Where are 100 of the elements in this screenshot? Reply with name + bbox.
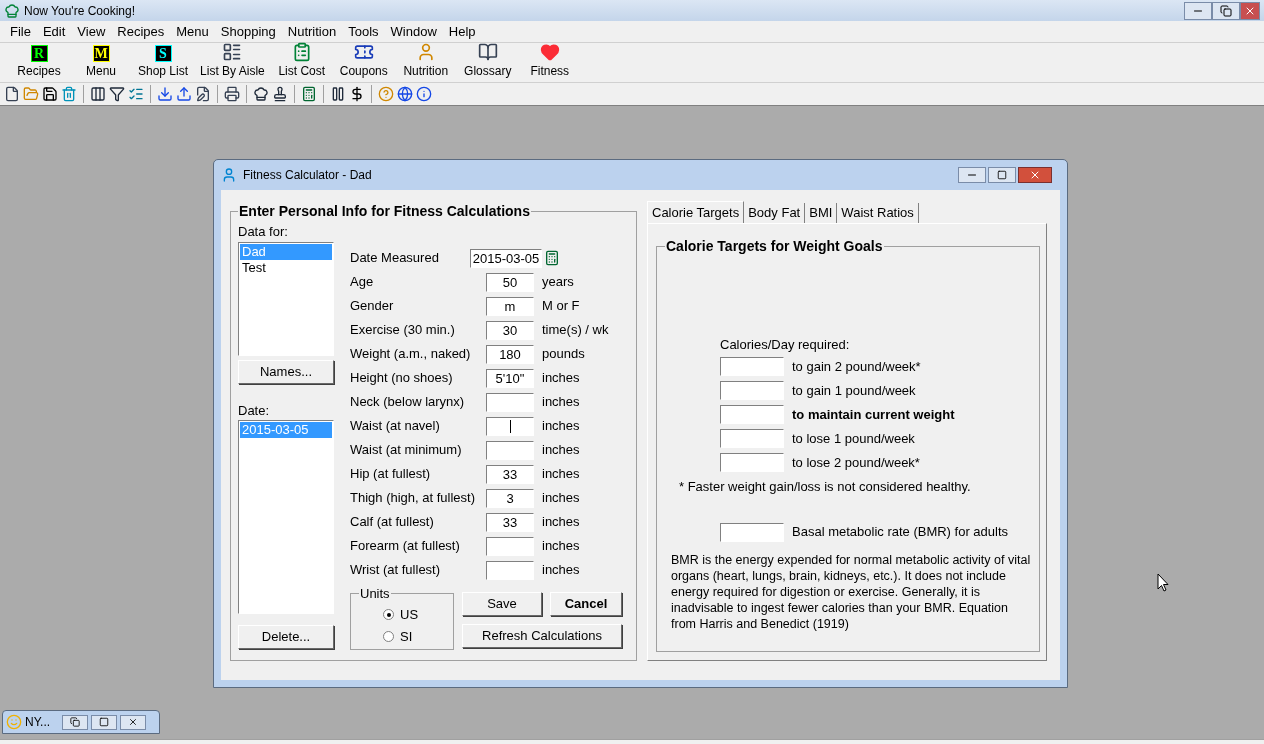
help-icon[interactable]: [378, 86, 394, 102]
toolbar-button[interactable]: Fitness: [518, 42, 581, 82]
radio-option[interactable]: US: [383, 603, 445, 626]
menu-item[interactable]: Window: [384, 21, 443, 42]
menu-item[interactable]: View: [71, 21, 112, 42]
stamp-icon[interactable]: [272, 86, 288, 102]
toolbar-button[interactable]: Coupons: [332, 42, 395, 82]
menu-item[interactable]: Menu: [170, 21, 215, 42]
field-label: Height (no shoes): [350, 369, 454, 388]
restore-button[interactable]: [62, 714, 88, 730]
field-label: Calf (at fullest): [350, 513, 435, 532]
input-field[interactable]: [720, 381, 784, 400]
date-field[interactable]: 2015-03-05: [470, 248, 542, 268]
input-field[interactable]: [486, 536, 534, 556]
restore-icon: [1220, 4, 1232, 17]
field-label: Date Measured: [350, 249, 440, 268]
toolbar-button[interactable]: R Recipes: [8, 45, 70, 82]
refresh-button[interactable]: Refresh Calculations: [462, 624, 622, 648]
field-label: Thigh (high, at fullest): [350, 489, 476, 508]
field-label: Forearm (at fullest): [350, 537, 461, 556]
minimize-button[interactable]: [958, 167, 986, 183]
minimize-button[interactable]: [1184, 1, 1212, 20]
input-field[interactable]: [486, 560, 534, 580]
toolbar-button[interactable]: Nutrition: [394, 42, 457, 82]
toolbar-button[interactable]: M Menu: [70, 45, 132, 82]
field-label: Gender: [350, 297, 395, 316]
target-label: to gain 1 pound/week: [792, 381, 916, 400]
menu-item[interactable]: Tools: [342, 21, 385, 42]
delete-button[interactable]: Delete...: [238, 625, 334, 649]
columns-icon[interactable]: [90, 86, 106, 102]
radio-icon[interactable]: [383, 609, 394, 620]
target-label: to maintain current weight: [792, 405, 955, 424]
new-file-icon[interactable]: [4, 86, 20, 102]
toolbar-button[interactable]: List By Aisle: [194, 42, 271, 82]
person-icon: [221, 167, 237, 183]
input-field[interactable]: [720, 453, 784, 472]
close-button[interactable]: [1018, 167, 1052, 183]
heart-icon: [539, 42, 560, 62]
close-button[interactable]: [1240, 1, 1260, 20]
menu-item[interactable]: File: [4, 21, 37, 42]
list-item[interactable]: Test: [240, 259, 332, 276]
radio-option[interactable]: SI: [383, 625, 445, 648]
app-icon: [4, 2, 20, 19]
minimized-window[interactable]: NY...: [2, 710, 160, 734]
input-field[interactable]: [720, 405, 784, 424]
toolbar-button[interactable]: Glossary: [456, 42, 519, 82]
tab[interactable]: Calorie Targets: [647, 201, 745, 223]
radio-icon[interactable]: [383, 631, 394, 642]
input-field[interactable]: m: [486, 296, 534, 316]
input-field[interactable]: 50: [486, 272, 534, 292]
menu-item[interactable]: Recipes: [111, 21, 171, 42]
input-field[interactable]: 5'10": [486, 368, 534, 388]
menu-item[interactable]: Nutrition: [281, 21, 343, 42]
input-field[interactable]: [720, 429, 784, 448]
input-field[interactable]: 33: [486, 464, 534, 484]
menu-item[interactable]: Shopping: [214, 21, 282, 42]
calculator-icon[interactable]: [301, 86, 317, 102]
globe-icon[interactable]: [397, 86, 413, 102]
import-icon[interactable]: [157, 86, 173, 102]
cancel-button[interactable]: Cancel: [550, 592, 622, 616]
input-field[interactable]: [486, 416, 534, 436]
input-field[interactable]: [486, 440, 534, 460]
toolbar-button[interactable]: S Shop List: [132, 45, 195, 82]
menu-item[interactable]: Help: [442, 21, 482, 42]
restore-icon: [70, 717, 80, 727]
bmr-note: BMR is the energy expended for normal metabolic activity of vital organs (heart, lungs, brain, kidneys, etc.). It does not include energy required for digestion or exercise. Generally, it is inadvisable to ingest fewer calories than your BMR. Equation from Harris and Benedict (1919): [671, 552, 1031, 632]
info-icon[interactable]: [416, 86, 432, 102]
maximize-icon: [997, 170, 1007, 180]
unit-label: pounds: [542, 345, 585, 364]
letter-icon: R: [30, 45, 48, 62]
restore-button[interactable]: [1212, 1, 1240, 20]
bmr-label: Basal metabolic rate (BMR) for adults: [792, 523, 1009, 542]
chef-hat-icon[interactable]: [253, 86, 269, 102]
input-field[interactable]: 3: [486, 488, 534, 508]
bars-icon[interactable]: [330, 86, 346, 102]
input-field[interactable]: 33: [486, 512, 534, 532]
target-label: to gain 2 pound/week*: [792, 357, 921, 376]
input-field[interactable]: 180: [486, 344, 534, 364]
input-field[interactable]: [720, 522, 784, 542]
input-field[interactable]: [486, 392, 534, 412]
maximize-button[interactable]: [91, 714, 117, 730]
book-icon: [477, 42, 498, 62]
edit-document-icon[interactable]: [195, 86, 211, 102]
filter-icon[interactable]: [109, 86, 125, 102]
unit-label: inches: [542, 537, 580, 556]
input-field[interactable]: [720, 357, 784, 376]
names-button[interactable]: Names...: [238, 359, 334, 384]
input-field[interactable]: 30: [486, 320, 534, 340]
toolbar-button[interactable]: List Cost: [270, 42, 333, 82]
print-icon[interactable]: [224, 86, 240, 102]
save-button[interactable]: Save: [462, 592, 542, 616]
field-label: Exercise (30 min.): [350, 321, 456, 340]
unit-label: inches: [542, 417, 580, 436]
export-icon[interactable]: [176, 86, 192, 102]
menu-item[interactable]: Edit: [36, 21, 72, 42]
list-icon[interactable]: [128, 86, 144, 102]
save-icon[interactable]: [42, 86, 58, 102]
close-button[interactable]: [120, 714, 146, 730]
dollar-icon[interactable]: [349, 86, 365, 102]
maximize-button[interactable]: [988, 167, 1016, 183]
